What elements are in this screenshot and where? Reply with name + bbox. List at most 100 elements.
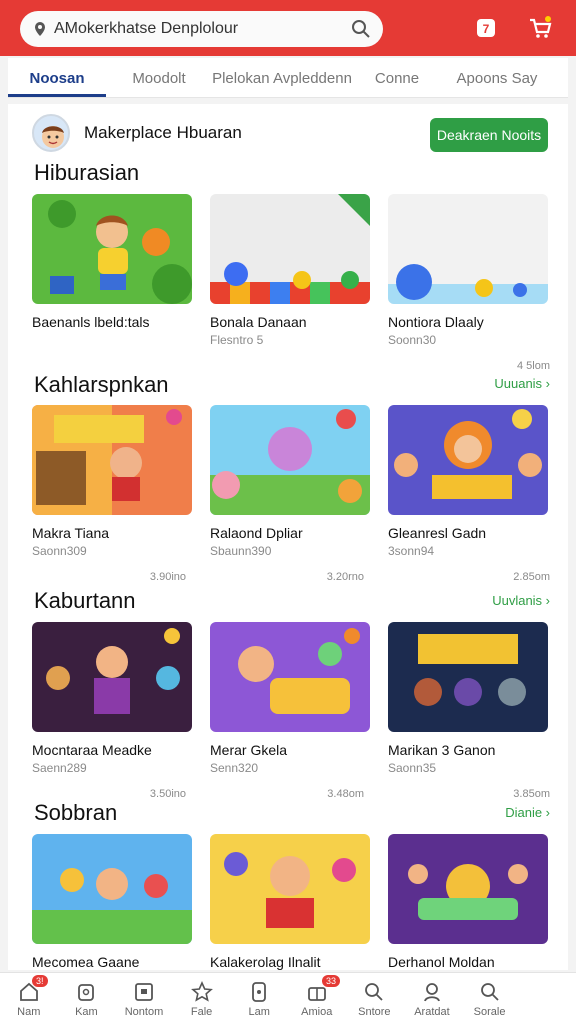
game-card[interactable]: Kalakerolag Ilnalit [210,834,370,970]
item-title: Marikan 3 Ganon [388,742,496,758]
nav-label: Amioa [301,1006,333,1018]
search-icon [480,983,499,1001]
item-size: 2.85om [513,571,550,583]
notification-badge: 3! [32,975,48,987]
nav-lam[interactable]: Lam [230,973,288,1024]
game-thumbnail[interactable] [210,194,370,304]
item-title: Baenanls lbeld:tals [32,314,150,330]
nav-label: Nontom [124,1006,164,1018]
avatar[interactable] [32,114,70,152]
item-meta: Saenn289 [32,761,87,775]
top-bar: 7 [0,0,576,56]
tag-icon [365,983,383,1001]
nav-label: Fale [190,1006,213,1018]
section-title: Kaburtann [34,588,136,613]
item-size: 4 5lom [516,360,550,372]
search-bar[interactable] [20,11,383,47]
bag-icon [78,984,95,1001]
nav-home[interactable]: 3! Nam [0,973,58,1024]
game-thumbnail[interactable] [32,834,192,944]
item-meta: Soonn30 [388,333,437,347]
section-title: Sobbran [34,800,118,825]
game-card[interactable]: Gleanresl Gadn 3sonn94 [388,405,548,558]
item-title: Mecomea Gaane [32,954,140,970]
nav-label: Kam [75,1006,98,1018]
game-card[interactable]: Bonala Danaan Flesntro 5 [210,194,370,347]
svg-text:7: 7 [483,22,490,36]
notification-badge: 33 [321,975,340,987]
game-thumbnail[interactable] [210,405,370,515]
nav-nontom[interactable]: Nontom [115,973,173,1024]
bottom-navigation: 3! Nam Kam Nontom Fale Lam 33 Amioa Snto… [0,972,576,1024]
game-card[interactable]: Ralaond Dpliar Sbaunn390 [210,405,370,558]
nav-label: Nam [17,1006,41,1018]
game-thumbnail[interactable] [210,834,370,944]
nav-sorale[interactable]: Sorale [461,973,519,1024]
game-thumbnail[interactable] [388,194,548,304]
primary-action-button[interactable]: Deakraen Nooits [430,118,548,152]
tab-plelokan[interactable]: Plelokan Avpleddenn [212,58,352,97]
item-title: Makra Tiana [32,525,110,541]
search-icon[interactable] [351,19,371,39]
item-title: Gleanresl Gadn [388,525,487,541]
game-card[interactable]: Merar Gkela Senn320 [210,622,370,775]
nav-aratdat[interactable]: Aratdat [403,973,461,1024]
game-card[interactable]: Baenanls lbeld:tals [32,194,192,330]
item-meta: Saonn35 [388,761,437,775]
item-row: Mecomea Gaane Kalakerolag Ilnalit Derhan… [32,834,550,970]
section-title: Hiburasian [34,160,140,185]
marketplace-card: Makerplace Hbuaran Deakraen Nooits Hibur… [8,104,568,970]
game-thumbnail[interactable] [32,405,192,515]
location-pin-icon [35,22,45,36]
game-thumbnail[interactable] [388,622,548,732]
game-thumbnail[interactable] [388,834,548,944]
game-card[interactable]: Mecomea Gaane [32,834,192,970]
see-all-link[interactable]: Dianie › [505,805,550,820]
category-tabs: Noosan Moodolt Plelokan Avpleddenn Conne… [8,58,568,98]
tab-noosan[interactable]: Noosan [8,58,106,97]
item-meta: Senn320 [210,761,259,775]
item-meta: 3sonn94 [388,544,435,558]
nav-sntore[interactable]: Sntore [346,973,404,1024]
item-size: 3.90ino [149,571,186,583]
item-size: 3.48om [327,788,364,800]
nav-label: Lam [248,1006,270,1018]
item-row: Baenanls lbeld:tals Bonala Danaan Flesnt… [32,194,550,372]
game-card[interactable]: Marikan 3 Ganon Saonn35 [388,622,548,775]
item-row: Mocntaraa Meadke Saenn289 Merar Gkela Se… [32,622,550,800]
section-title: Kahlarspnkan [34,372,169,397]
see-all-link[interactable]: Uuuanis › [494,376,550,391]
game-card[interactable]: Derhanol Moldan [388,834,548,970]
item-size: 3.20rno [326,571,364,583]
item-title: Ralaond Dpliar [210,525,303,541]
search-input[interactable] [54,20,324,38]
nav-fale[interactable]: Fale [173,973,231,1024]
tablet-icon [135,983,153,1001]
star-icon [190,981,213,1002]
nav-amioa[interactable]: 33 Amioa [288,973,346,1024]
see-all-link[interactable]: Uuvlanis › [492,593,550,608]
game-thumbnail[interactable] [210,622,370,732]
item-title: Mocntaraa Meadke [32,742,152,758]
game-card[interactable]: Makra Tiana Saonn309 [32,405,192,558]
nav-label: Aratdat [414,1006,450,1018]
game-card[interactable]: Nontiora Dlaaly Soonn30 [388,194,548,347]
item-size: 3.50ino [149,788,186,800]
game-thumbnail[interactable] [32,194,192,304]
item-meta: Sbaunn390 [210,544,272,558]
game-thumbnail[interactable] [388,405,548,515]
item-title: Nontiora Dlaaly [388,314,484,330]
tab-conne[interactable]: Conne [352,58,442,97]
notification-icon[interactable]: 7 [472,14,500,42]
item-title: Merar Gkela [210,742,288,758]
item-title: Bonala Danaan [210,314,307,330]
item-meta: Saonn309 [32,544,87,558]
game-card[interactable]: Mocntaraa Meadke Saenn289 [32,622,192,775]
tab-moodolt[interactable]: Moodolt [106,58,212,97]
game-thumbnail[interactable] [32,622,192,732]
item-meta: Flesntro 5 [210,333,264,347]
nav-kam[interactable]: Kam [58,973,116,1024]
item-size: 3.85om [513,788,550,800]
tab-apoons-say[interactable]: Apoons Say [442,58,552,97]
cart-icon[interactable] [526,14,554,42]
